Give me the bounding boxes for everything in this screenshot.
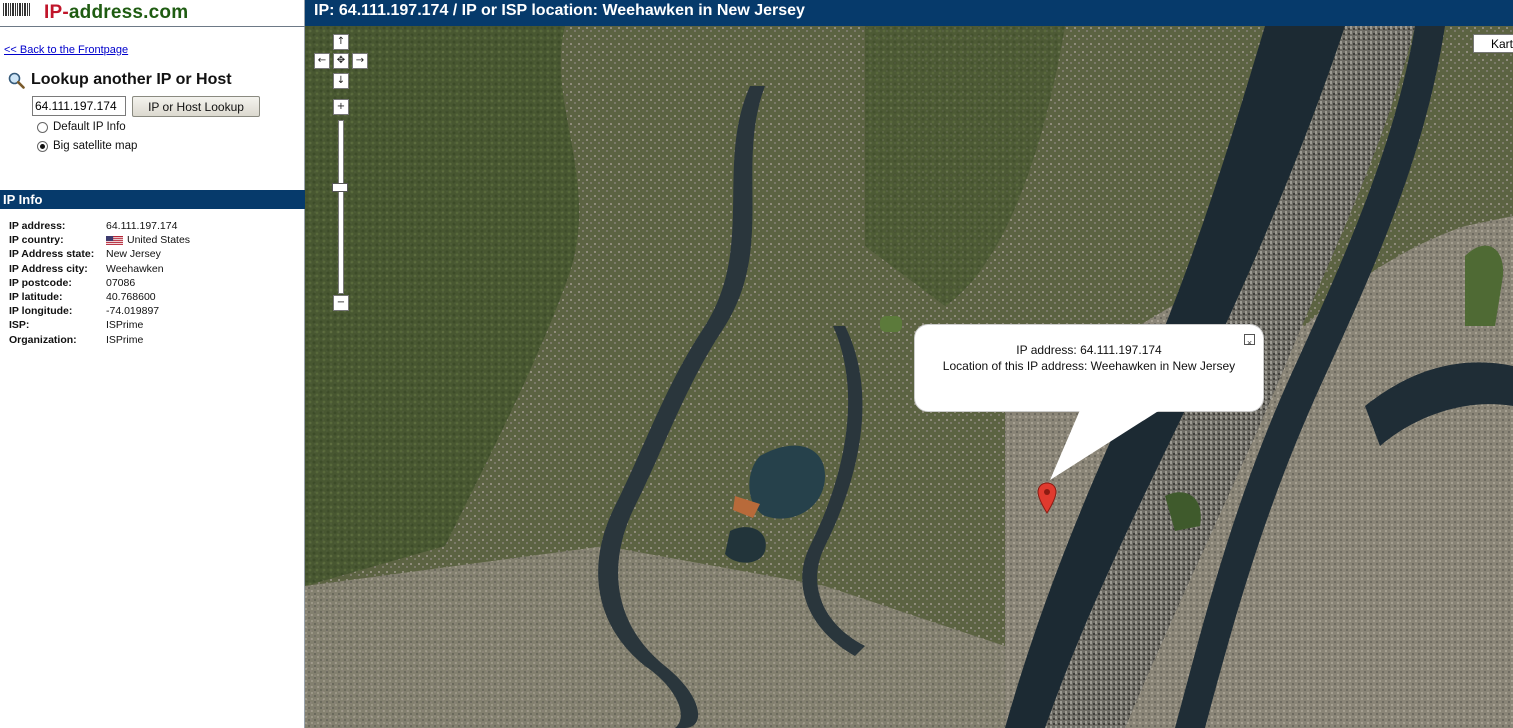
info-value: 40.768600: [106, 291, 156, 304]
table-row: IP postcode: 07086: [9, 276, 190, 290]
info-key: Organization:: [9, 333, 77, 346]
info-key: IP latitude:: [9, 291, 63, 304]
magnifier-icon: [8, 72, 25, 89]
map-type-button[interactable]: Kart: [1473, 34, 1513, 53]
site-logo[interactable]: IP-address.com: [44, 2, 188, 24]
ip-info-header: IP Info: [0, 190, 305, 209]
balloon-location-line: Location of this IP address: Weehawken i…: [942, 359, 1236, 373]
option-default-ip-info[interactable]: Default IP Info: [37, 121, 126, 133]
radio-big-satellite-map[interactable]: [37, 140, 48, 152]
ip-host-lookup-button[interactable]: IP or Host Lookup: [132, 96, 260, 117]
info-key: IP longitude:: [9, 305, 73, 318]
us-flag-icon: [106, 236, 123, 245]
option-big-satellite-map[interactable]: Big satellite map: [37, 140, 137, 152]
info-key: IP Address city:: [9, 262, 88, 275]
info-key: ISP:: [9, 319, 30, 332]
ip-info-table: IP address: 64.111.197.174 IP country: Uni…: [9, 219, 190, 347]
lookup-title-text: Lookup another IP or Host: [31, 71, 232, 88]
info-key: IP country:: [9, 234, 64, 247]
balloon-ip-line: IP address: 64.111.197.174: [1016, 343, 1162, 357]
info-key: IP postcode:: [9, 276, 72, 289]
left-panel: IP-address.com << Back to the Frontpage …: [0, 0, 305, 728]
pan-up-button[interactable]: ↑: [333, 34, 349, 50]
table-row: IP Address city: Weehawken: [9, 262, 190, 276]
table-row: IP latitude: 40.768600: [9, 290, 190, 304]
balloon-tail: [1050, 410, 1160, 480]
info-value: New Jersey: [106, 248, 161, 261]
info-value: ISPrime: [106, 333, 144, 346]
table-row: IP address: 64.111.197.174: [9, 219, 190, 233]
info-value-cell: United States: [106, 233, 190, 247]
zoom-slider-thumb[interactable]: [332, 183, 348, 192]
zoom-in-button[interactable]: +: [333, 99, 349, 115]
info-key: IP address:: [9, 220, 66, 233]
close-icon[interactable]: ×: [1244, 334, 1255, 348]
table-row: IP longitude: -74.019897: [9, 304, 190, 318]
zoom-out-button[interactable]: −: [333, 295, 349, 311]
pan-down-button[interactable]: ↓: [333, 73, 349, 89]
logo-ip: IP: [44, 2, 63, 23]
pan-right-button[interactable]: →: [352, 53, 368, 69]
info-key: IP Address state:: [9, 248, 95, 261]
ip-host-input[interactable]: [32, 96, 126, 116]
info-value: ISPrime: [106, 319, 144, 332]
option-default-ip-info-label: Default IP Info: [53, 121, 126, 133]
info-value: United States: [127, 234, 191, 247]
info-value: 07086: [106, 276, 136, 289]
logo-bar: IP-address.com: [0, 0, 305, 27]
option-big-satellite-map-label: Big satellite map: [53, 140, 138, 152]
pan-left-button[interactable]: ←: [314, 53, 330, 69]
table-row: IP country: United States: [9, 233, 190, 247]
radio-default-ip-info[interactable]: [37, 121, 48, 133]
logo-rest: address.com: [68, 2, 189, 23]
info-value: Weehawken: [106, 262, 164, 275]
table-row: ISP: ISPrime: [9, 318, 190, 332]
map-title-bar: IP: 64.111.197.174 / IP or ISP location:…: [305, 0, 1513, 26]
pan-center-button[interactable]: ✥: [333, 53, 349, 69]
zoom-slider[interactable]: [338, 120, 344, 294]
info-balloon: IP address: 64.111.197.174 Location of t…: [914, 324, 1264, 412]
satellite-map[interactable]: ↑ ← ✥ → ↓ + − Kart IP address: 64.111.19…: [305, 26, 1513, 728]
map-marker-icon[interactable]: [1037, 482, 1057, 514]
info-value: 64.111.197.174: [106, 220, 178, 233]
barcode-icon: [3, 3, 30, 16]
lookup-title: Lookup another IP or Host: [8, 71, 232, 89]
satellite-imagery: [305, 26, 1513, 728]
table-row: Organization: ISPrime: [9, 333, 190, 347]
table-row: IP Address state: New Jersey: [9, 247, 190, 261]
back-to-frontpage-link[interactable]: << Back to the Frontpage: [4, 44, 128, 56]
info-value: -74.019897: [106, 305, 160, 318]
